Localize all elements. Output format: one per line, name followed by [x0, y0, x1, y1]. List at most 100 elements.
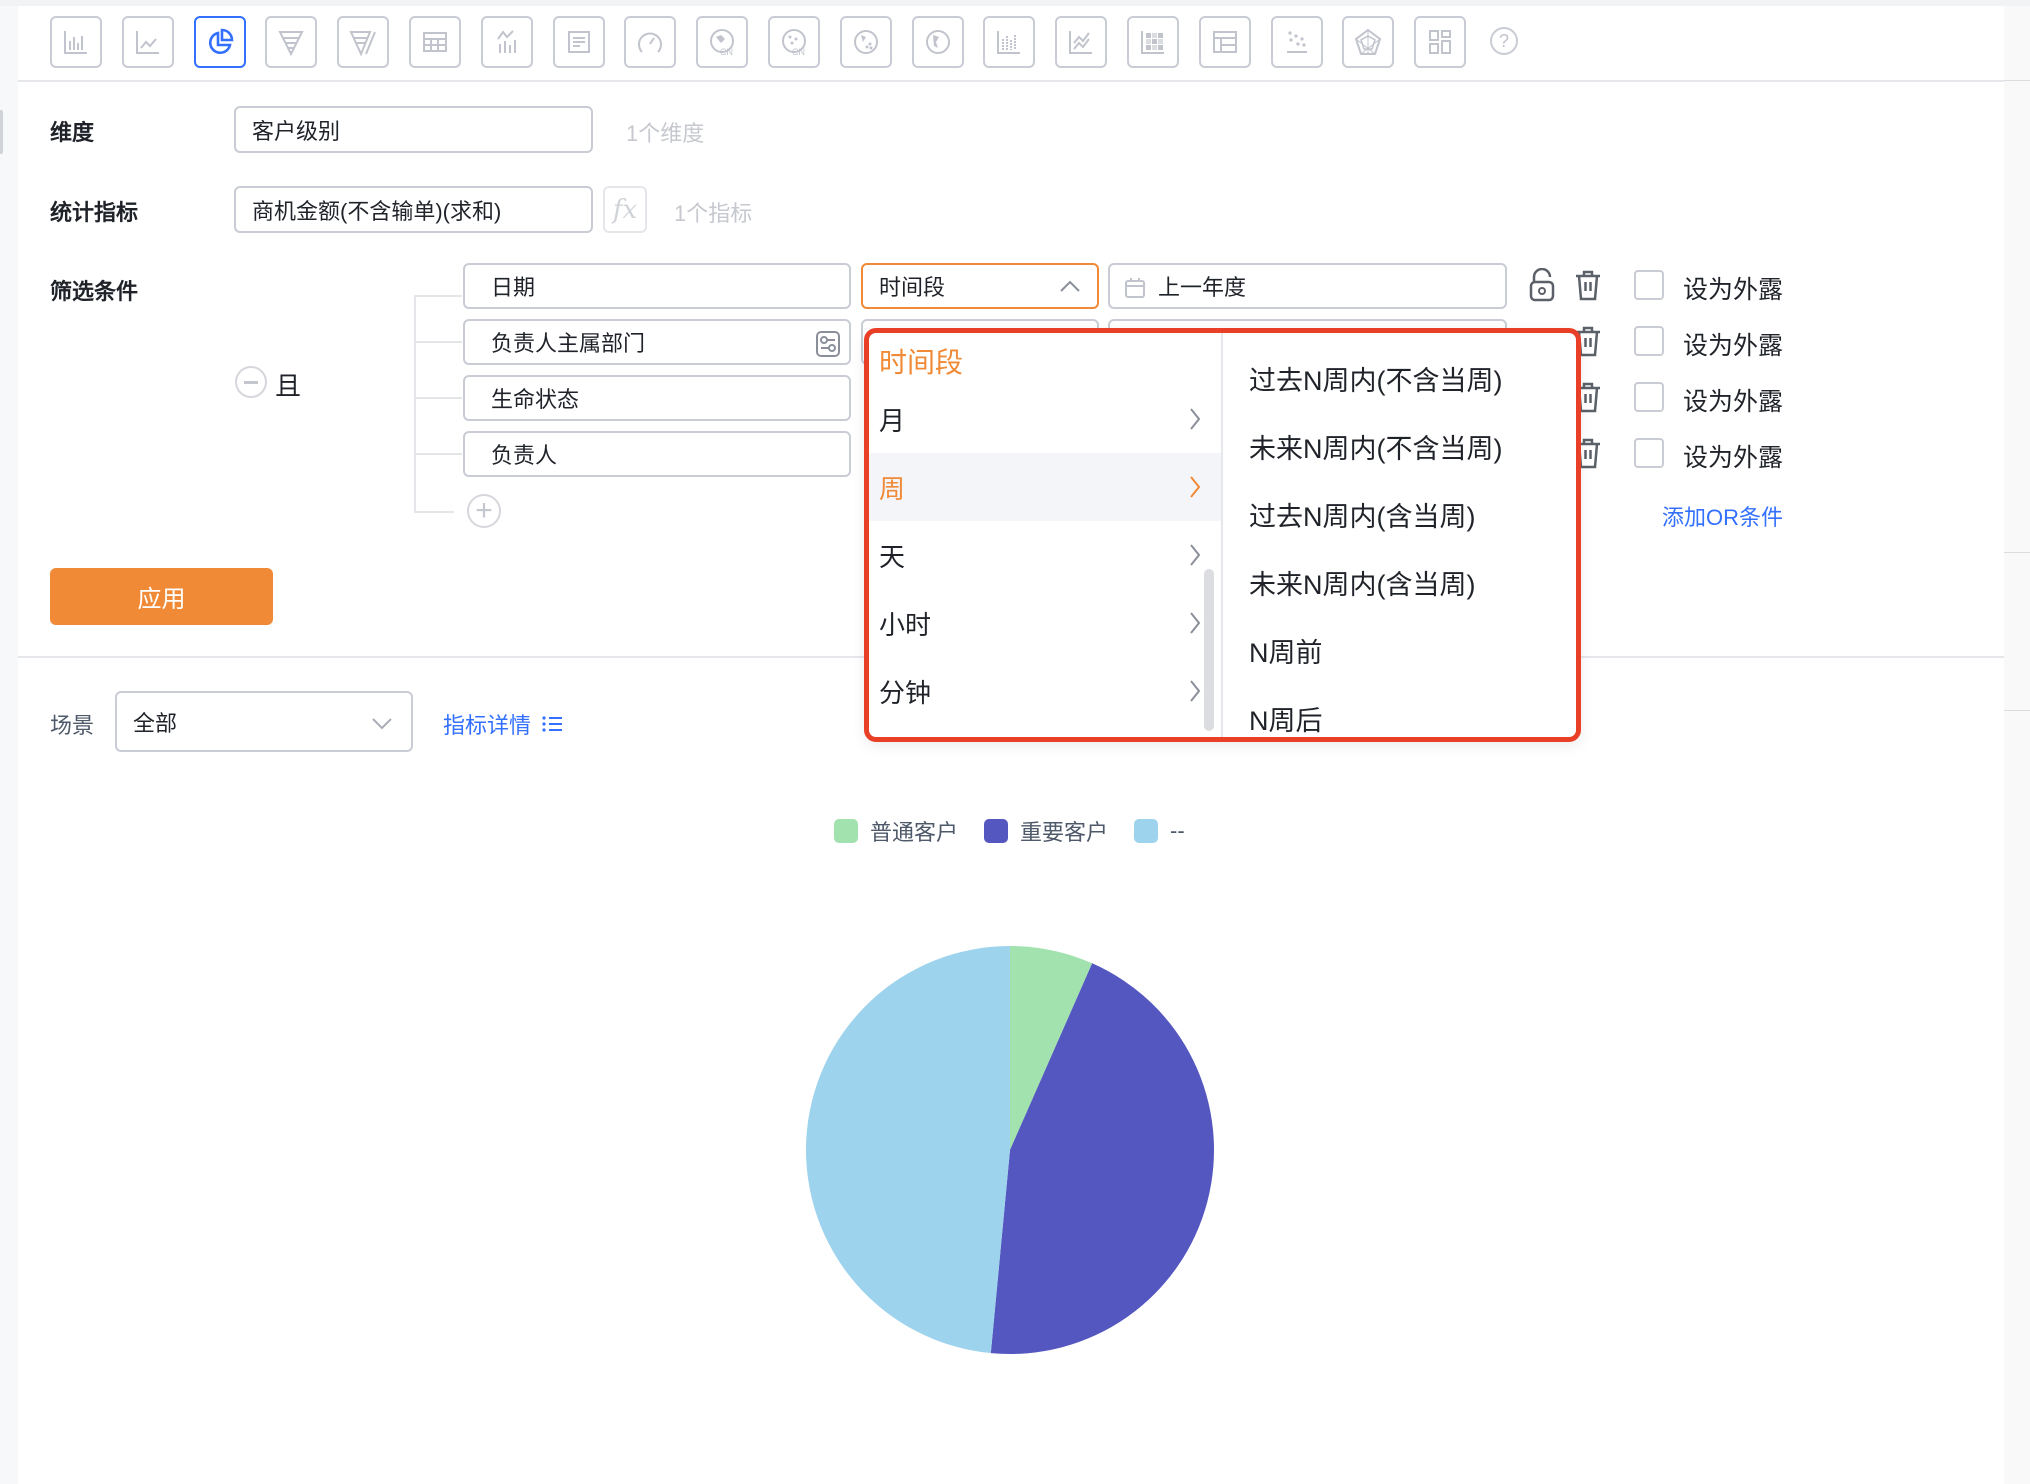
- dropdown-scrollbar[interactable]: [1204, 569, 1214, 731]
- legend-item[interactable]: 重要客户: [984, 815, 1108, 847]
- chart-type-button[interactable]: [265, 16, 318, 68]
- pie-chart-icon: [208, 28, 233, 54]
- date-value-field[interactable]: 上一年度: [1108, 263, 1507, 309]
- legend-item[interactable]: 普通客户: [834, 815, 958, 847]
- pivot-table-icon: [1212, 31, 1237, 53]
- dropdown-category-item[interactable]: 月: [869, 385, 1221, 453]
- metric-field[interactable]: 商机金额(不含输单)(求和): [234, 186, 593, 233]
- expose-checkbox[interactable]: [1634, 270, 1664, 300]
- scene-value: 全部: [133, 710, 178, 736]
- add-or-condition-link[interactable]: 添加OR条件: [1662, 500, 1783, 532]
- chart-type-button[interactable]: [1055, 16, 1108, 68]
- chevron-right-icon: [1190, 408, 1201, 430]
- chart-type-button[interactable]: [911, 16, 964, 68]
- metric-count: 1个指标: [674, 201, 753, 226]
- dropdown-category-item[interactable]: 天: [869, 521, 1221, 589]
- right-divider: [2004, 552, 2030, 553]
- legend-item[interactable]: --: [1134, 818, 1185, 844]
- dropdown-option[interactable]: N周后: [1249, 699, 1323, 738]
- help-icon[interactable]: ?: [1490, 27, 1518, 55]
- operator-select[interactable]: 时间段: [861, 263, 1099, 309]
- dashboard-grid-icon: [1429, 30, 1452, 54]
- bar-line-combo-icon: [496, 30, 516, 53]
- tree-branch: [414, 341, 462, 343]
- chart-type-button[interactable]: [624, 16, 677, 68]
- dropdown-option[interactable]: N周前: [1249, 631, 1323, 670]
- chart-type-button[interactable]: [121, 16, 174, 68]
- legend-label: 重要客户: [1020, 820, 1109, 845]
- metric-detail-label: 指标详情: [443, 713, 532, 738]
- scene-select[interactable]: 全部: [115, 691, 413, 752]
- radar-icon: [1355, 28, 1382, 55]
- filter-field-date[interactable]: 日期: [463, 263, 851, 309]
- tree-branch: [414, 397, 462, 399]
- apply-button[interactable]: 应用: [50, 568, 273, 625]
- filter-field-status[interactable]: 生命状态: [463, 375, 851, 421]
- svg-text:CN: CN: [720, 47, 733, 57]
- tree-branch: [414, 295, 462, 297]
- dropdown-category-item[interactable]: 小时: [869, 589, 1221, 657]
- right-divider: [2004, 80, 2030, 81]
- chart-type-button[interactable]: [839, 16, 892, 68]
- add-condition-button[interactable]: +: [467, 494, 501, 528]
- chart-type-button[interactable]: [1198, 16, 1251, 68]
- left-panel-handle[interactable]: [0, 110, 3, 154]
- chart-type-button[interactable]: [1270, 16, 1323, 68]
- legend-swatch: [1134, 819, 1159, 843]
- scene-label: 场景: [50, 713, 95, 738]
- chevron-up-icon: [1060, 280, 1080, 292]
- dropdown-option[interactable]: 未来N周内(含当周): [1249, 563, 1475, 602]
- operator-value: 时间段: [879, 275, 946, 300]
- chart-type-button[interactable]: [337, 16, 390, 68]
- chart-type-button[interactable]: CN: [768, 16, 820, 68]
- chart-legend: 普通客户 重要客户 --: [834, 816, 1211, 846]
- calendar-icon: [1125, 278, 1145, 298]
- date-value: 上一年度: [1158, 275, 1247, 300]
- expose-label: 设为外露: [1683, 276, 1784, 304]
- chart-type-button[interactable]: [193, 16, 246, 68]
- dropdown-option[interactable]: 过去N周内(含当周): [1249, 495, 1475, 534]
- dimension-field[interactable]: 客户级别: [234, 106, 593, 153]
- dropdown-category-item[interactable]: 分钟: [869, 657, 1221, 725]
- chevron-down-icon: [372, 718, 392, 730]
- table-icon: [423, 32, 447, 52]
- expose-checkbox[interactable]: [1634, 438, 1664, 468]
- settings-toggle-icon[interactable]: [815, 330, 841, 358]
- formula-button[interactable]: fx: [603, 186, 647, 233]
- gauge-icon: [638, 32, 663, 53]
- dropdown-category-item[interactable]: 周: [869, 453, 1221, 521]
- chart-type-button[interactable]: [552, 16, 605, 68]
- dropdown-title[interactable]: 时间段: [879, 341, 963, 381]
- trash-icon[interactable]: [1574, 269, 1602, 301]
- chart-type-button[interactable]: [50, 16, 102, 68]
- world-scatter-map-icon: [853, 30, 878, 54]
- chart-type-button[interactable]: [1414, 16, 1467, 68]
- filter-field-owner[interactable]: 负责人: [463, 431, 851, 477]
- left-gutter: [0, 6, 18, 1484]
- unlock-icon[interactable]: [1528, 268, 1556, 302]
- chart-type-button[interactable]: [1127, 16, 1179, 68]
- dropdown-option[interactable]: 未来N周内(不含当周): [1249, 427, 1502, 466]
- filter-field-department[interactable]: 负责人主属部门: [463, 319, 851, 365]
- expose-checkbox[interactable]: [1634, 326, 1664, 356]
- minus-icon: [244, 380, 258, 384]
- dropdown-separator: [1221, 333, 1223, 737]
- scatter-icon: [1286, 31, 1307, 53]
- chart-type-button[interactable]: CN: [696, 16, 749, 68]
- expose-checkbox[interactable]: [1634, 382, 1664, 412]
- metric-detail-link[interactable]: 指标详情: [443, 708, 563, 740]
- logic-and-label[interactable]: 且: [275, 366, 301, 403]
- pie-slice-3[interactable]: [805, 946, 1010, 1354]
- legend-label: --: [1170, 818, 1185, 843]
- dropdown-option[interactable]: 过去N周内(不含当周): [1249, 359, 1502, 398]
- funnel-compare-icon: [349, 31, 377, 57]
- chart-type-button[interactable]: [409, 16, 461, 68]
- collapse-logic-button[interactable]: [235, 366, 267, 398]
- top-strip: [0, 0, 2030, 6]
- metric-label: 统计指标: [50, 200, 139, 225]
- category-label: 周: [879, 473, 906, 504]
- chart-type-button[interactable]: [983, 16, 1036, 68]
- chart-type-button[interactable]: [1342, 16, 1395, 68]
- chart-type-button[interactable]: [480, 16, 533, 68]
- tree-line: [414, 295, 416, 513]
